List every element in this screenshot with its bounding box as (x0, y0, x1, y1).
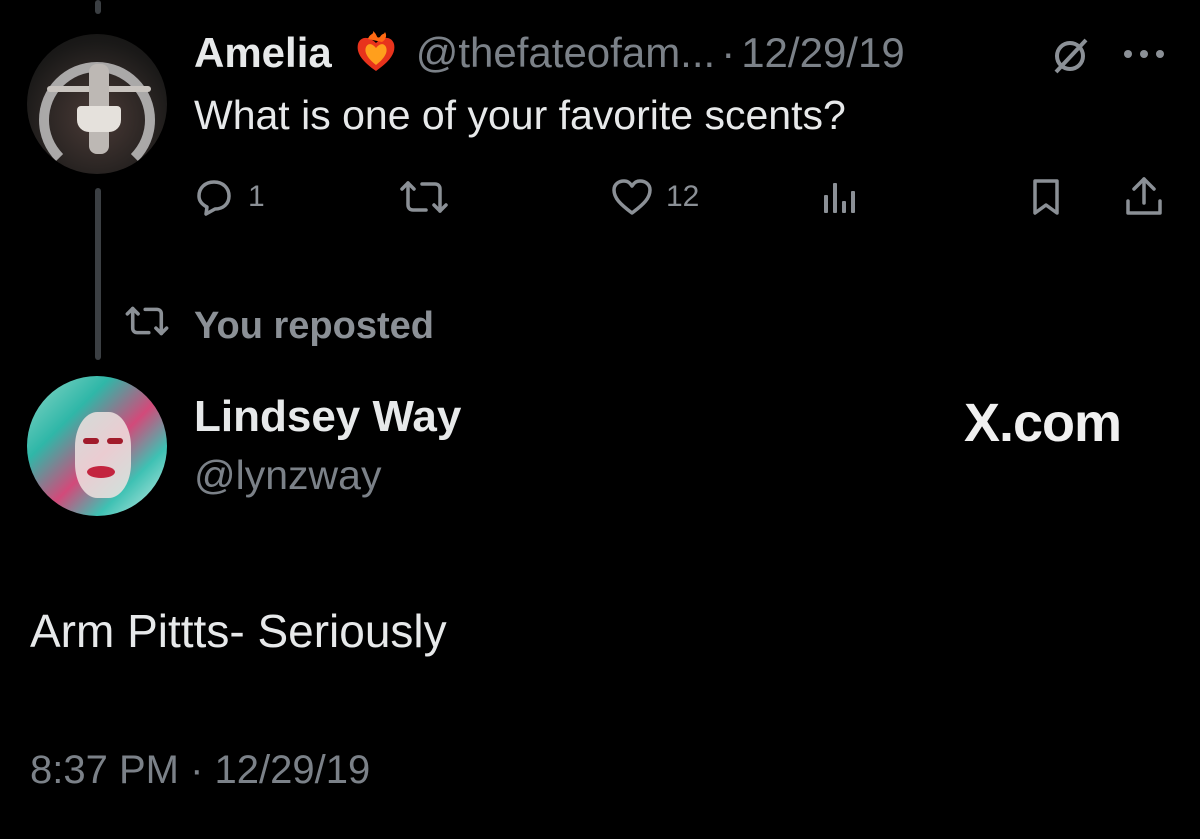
author-name[interactable]: Lindsey Way (194, 392, 461, 442)
tweet-text: What is one of your favorite scents? (194, 92, 846, 138)
bookmark-button[interactable] (1026, 170, 1066, 224)
share-button[interactable] (1122, 170, 1166, 224)
thread-line-top (95, 0, 101, 14)
repost-icon (396, 177, 452, 217)
avatar-skirt (77, 106, 121, 132)
avatar-amelia[interactable] (27, 34, 167, 174)
repost-context[interactable]: You reposted (122, 302, 434, 350)
views-icon (820, 177, 860, 217)
heart-icon (610, 177, 654, 217)
edited-slash-icon[interactable] (1048, 34, 1092, 83)
avatar-lips (87, 466, 115, 478)
bookmark-icon (1026, 177, 1066, 217)
separator-dot: · (721, 29, 736, 76)
like-count: 12 (666, 180, 700, 213)
reply-icon (194, 177, 234, 217)
more-icon[interactable] (1120, 44, 1168, 69)
avatar-face (75, 412, 131, 498)
share-icon (1122, 175, 1166, 219)
views-button[interactable] (820, 170, 860, 224)
tweet-timestamp[interactable]: 8:37 PM · 12/29/19 (30, 748, 370, 793)
repost-label: You reposted (194, 304, 434, 347)
avatar-eye-left (83, 438, 99, 444)
reply-count: 1 (248, 180, 265, 213)
author-handle[interactable]: @lynzway (194, 452, 381, 499)
burning-heart-emoji (354, 31, 398, 75)
repost-icon (122, 303, 194, 349)
tweet-date[interactable]: 12/29/19 (741, 29, 905, 77)
tweet-actions: 1 12 (194, 170, 1174, 224)
avatar-lindsey[interactable] (27, 376, 167, 516)
tweet-text: Arm Pittts- Seriously (30, 605, 447, 657)
like-button[interactable]: 12 (610, 170, 699, 224)
avatar-eye-right (107, 438, 123, 444)
x-com-watermark: X.com (964, 393, 1122, 453)
thread-line-middle (95, 188, 101, 360)
author-handle[interactable]: @thefateofam... (416, 29, 715, 77)
repost-button[interactable] (396, 170, 452, 224)
tweet-header: Amelia @thefateofam... · 12/29/19 (194, 28, 905, 78)
author-name[interactable]: Amelia (194, 29, 332, 77)
reply-button[interactable]: 1 (194, 170, 265, 224)
